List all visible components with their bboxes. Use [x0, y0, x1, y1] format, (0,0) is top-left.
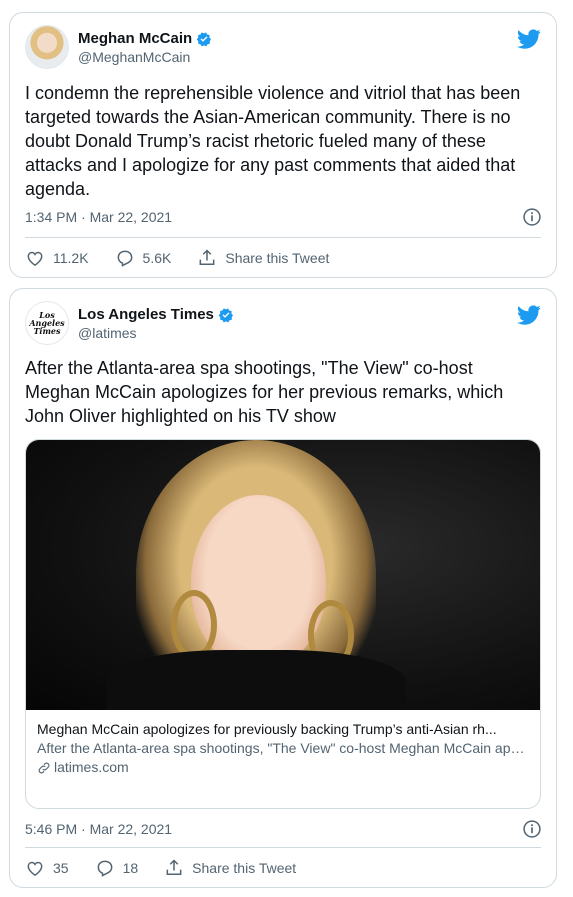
tweet-actions: 35 18 Share this Tweet — [25, 856, 541, 880]
tweet-text: After the Atlanta-area spa shootings, "T… — [25, 358, 504, 426]
share-button[interactable]: Share this Tweet — [197, 248, 329, 268]
author-names[interactable]: Los Angeles Times @latimes — [78, 306, 234, 341]
verified-badge-icon — [218, 307, 233, 322]
share-icon — [199, 249, 215, 265]
tweet-card[interactable]: Los Angeles Times Los Angeles Times @lat… — [9, 288, 557, 888]
share-button[interactable]: Share this Tweet — [164, 858, 296, 878]
card-domain-text[interactable]: latimes.com — [54, 758, 129, 777]
reply-icon — [117, 250, 132, 267]
like-button[interactable]: 35 — [25, 858, 69, 878]
share-icon — [166, 859, 182, 875]
like-button[interactable]: 11.2K — [25, 248, 89, 268]
author-display-name[interactable]: Meghan McCain — [78, 30, 192, 47]
reply-button[interactable]: 18 — [95, 858, 139, 878]
reply-button[interactable]: 5.6K — [115, 248, 172, 268]
info-icon[interactable] — [522, 207, 542, 227]
tweet-card[interactable]: Meghan McCain @MeghanMcCain I condemn th… — [9, 12, 557, 278]
link-card[interactable]: Meghan McCain apologizes for previously … — [25, 439, 541, 809]
info-icon[interactable] — [522, 819, 542, 839]
heart-icon — [27, 861, 43, 876]
author-display-name[interactable]: Los Angeles Times — [78, 306, 214, 323]
card-body[interactable]: Meghan McCain apologizes for previously … — [26, 710, 540, 808]
author-handle[interactable]: @MeghanMcCain — [78, 49, 212, 65]
like-count: 11.2K — [53, 250, 89, 266]
latimes-logo: Los Angeles Times — [29, 310, 65, 336]
link-icon — [38, 762, 50, 773]
share-label: Share this Tweet — [225, 250, 330, 266]
verified-badge-icon — [196, 31, 212, 46]
divider — [25, 847, 541, 848]
author-names[interactable]: Meghan McCain @MeghanMcCain — [78, 30, 212, 65]
avatar[interactable]: Los Angeles Times — [25, 301, 69, 345]
heart-icon — [27, 251, 43, 266]
reply-icon — [97, 860, 112, 877]
reply-count: 5.6K — [142, 250, 172, 266]
avatar[interactable] — [25, 25, 69, 69]
card-title[interactable]: Meghan McCain apologizes for previously … — [37, 720, 529, 739]
divider — [25, 237, 541, 238]
tweet-timestamp[interactable]: 5:46 PM · Mar 22, 2021 — [25, 821, 172, 837]
tweet-actions: 11.2K 5.6K Share this Tweet — [25, 246, 541, 270]
twitter-bird-icon[interactable] — [517, 303, 541, 327]
tweet-header: Meghan McCain @MeghanMcCain — [25, 25, 541, 71]
author-handle[interactable]: @latimes — [78, 325, 234, 341]
like-count: 35 — [53, 860, 69, 876]
reply-count: 18 — [122, 860, 139, 876]
share-label: Share this Tweet — [192, 860, 297, 876]
twitter-bird-icon[interactable] — [517, 27, 541, 51]
photo-coat — [106, 650, 406, 710]
tweet-text: I condemn the reprehensible violence and… — [25, 83, 521, 199]
card-image[interactable] — [26, 440, 540, 710]
tweet-timestamp[interactable]: 1:34 PM · Mar 22, 2021 — [25, 209, 172, 225]
card-domain[interactable]: latimes.com — [37, 758, 529, 777]
tweet-header: Los Angeles Times Los Angeles Times @lat… — [25, 301, 541, 347]
card-description: After the Atlanta-area spa shootings, "T… — [37, 740, 529, 756]
